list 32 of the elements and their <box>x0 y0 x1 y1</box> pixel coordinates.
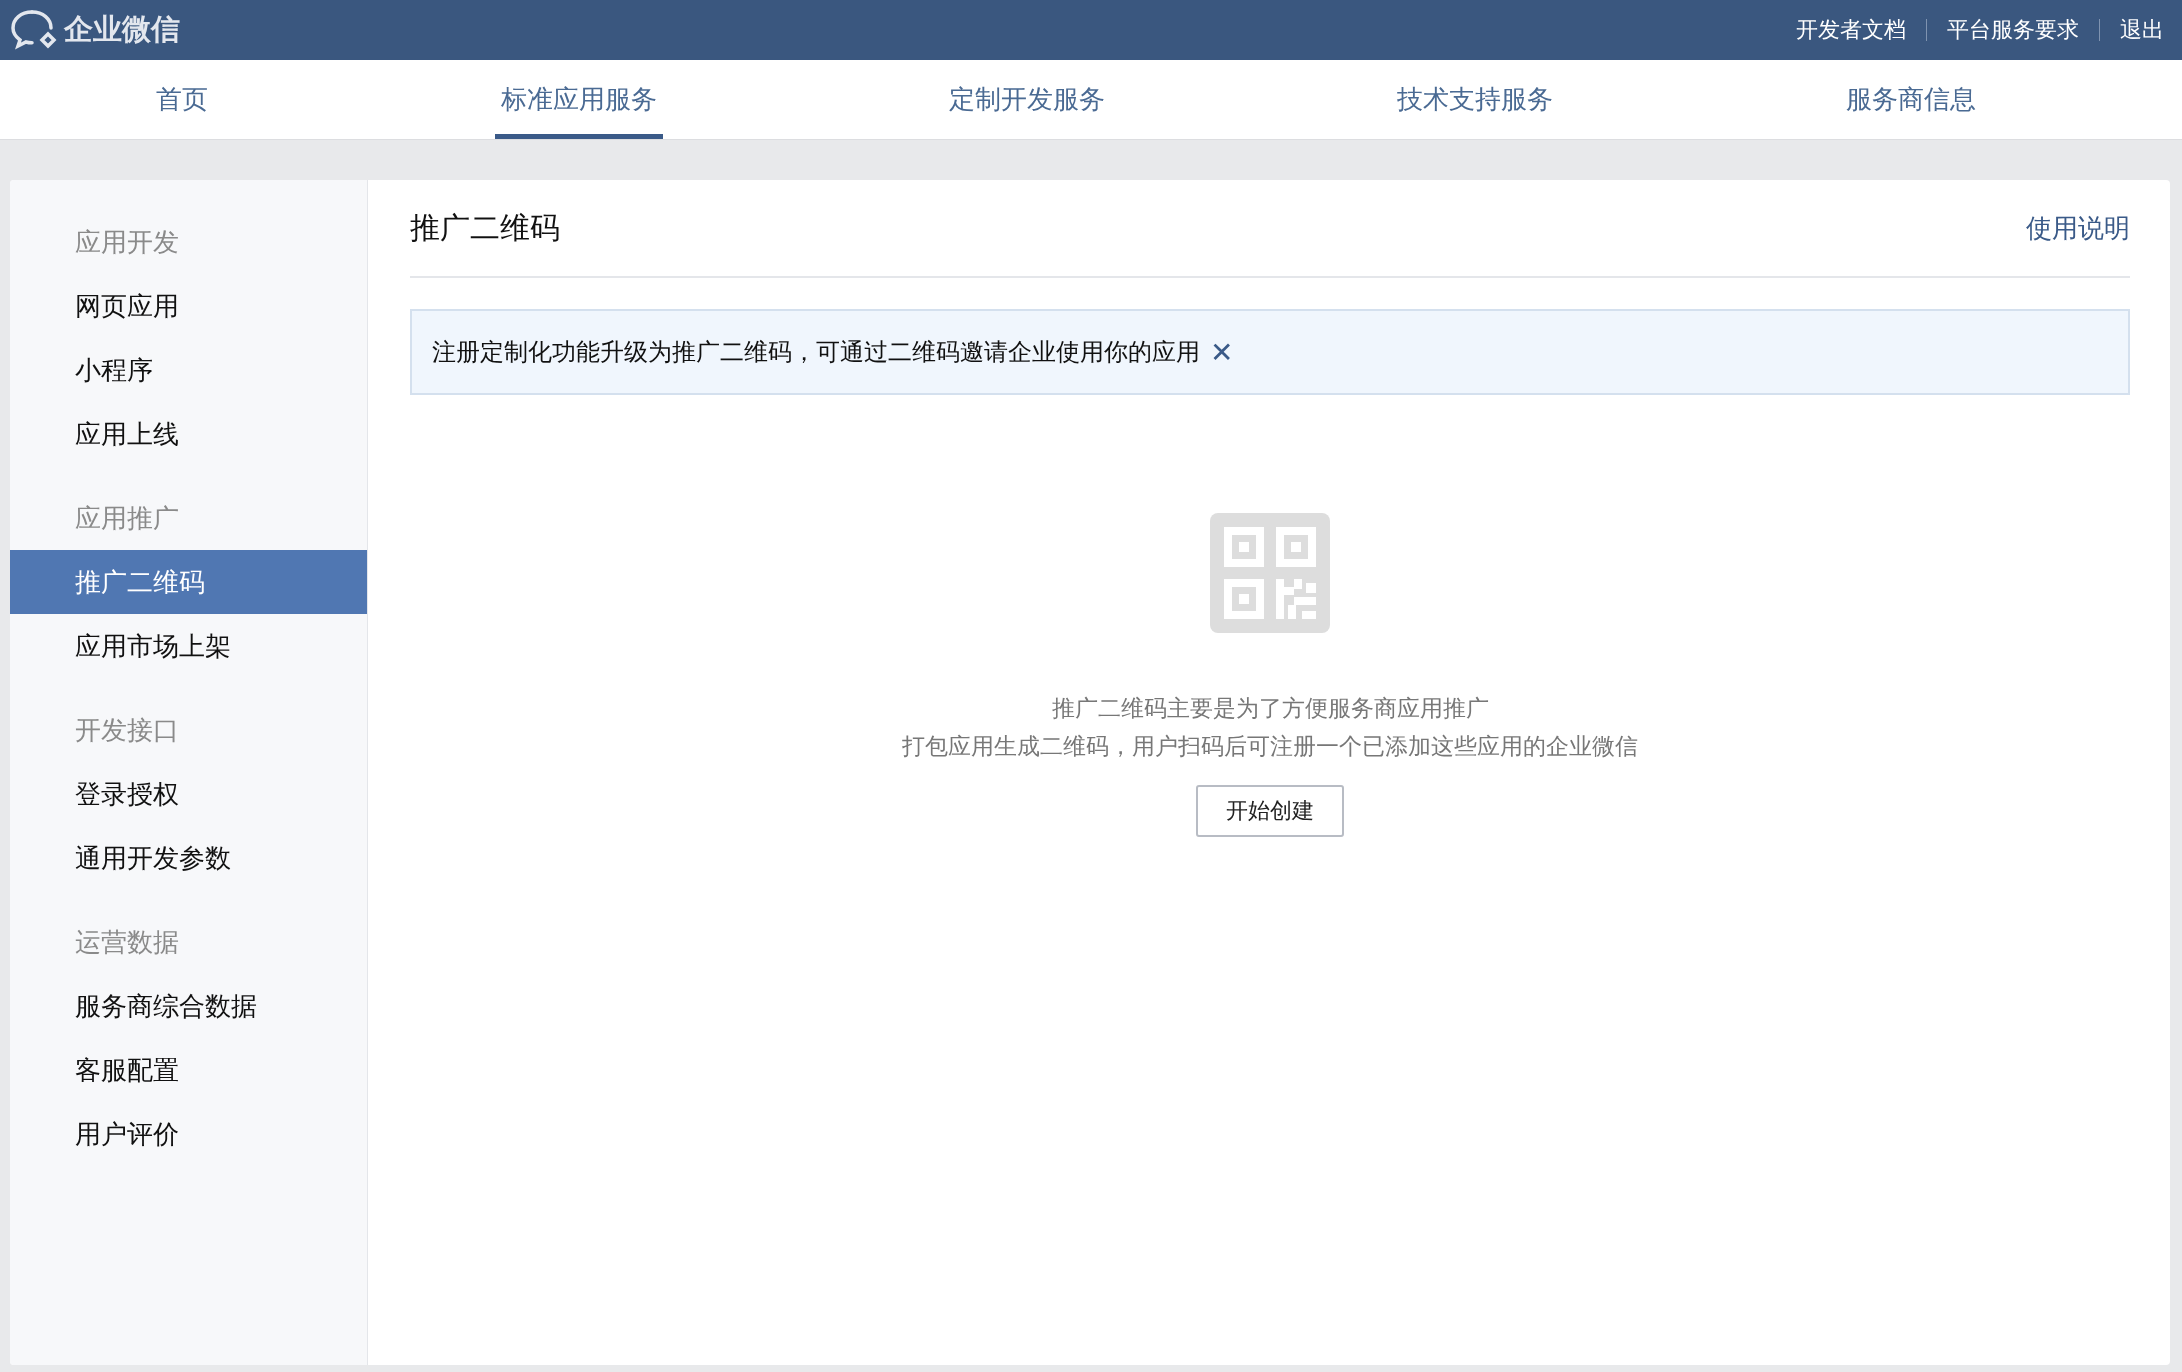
header-link[interactable]: 开发者文档 <box>1796 15 1906 45</box>
sidebar-item[interactable]: 客服配置 <box>10 1038 367 1102</box>
nav-tab[interactable]: 技术支持服务 <box>1391 60 1560 139</box>
sidebar-item[interactable]: 推广二维码 <box>10 550 367 614</box>
help-link[interactable]: 使用说明 <box>2026 210 2130 246</box>
sidebar-item[interactable]: 小程序 <box>10 338 367 402</box>
sidebar-item[interactable]: 网页应用 <box>10 274 367 338</box>
close-button[interactable]: ✕ <box>1206 335 1238 369</box>
qr-code-icon <box>1210 513 1330 633</box>
header-link[interactable]: 退出 <box>2120 15 2164 45</box>
sidebar-section-title: 应用推广 <box>74 502 180 535</box>
sidebar-item[interactable]: 通用开发参数 <box>10 826 367 890</box>
notice-text: 注册定制化功能升级为推广二维码，可通过二维码邀请企业使用你的应用 <box>432 337 1200 368</box>
description-text: 打包应用生成二维码，用户扫码后可注册一个已添加这些应用的企业微信 <box>902 732 1638 761</box>
chat-bubble-icon <box>10 8 58 52</box>
sidebar-item[interactable]: 应用市场上架 <box>10 614 367 678</box>
nav-tab[interactable]: 标准应用服务 <box>494 60 663 139</box>
sidebar-section-title: 运营数据 <box>74 926 180 959</box>
nav-tab[interactable]: 定制开发服务 <box>942 60 1111 139</box>
nav-tab[interactable]: 首页 <box>150 60 215 139</box>
sidebar-item[interactable]: 服务商综合数据 <box>10 974 367 1038</box>
sidebar-item[interactable]: 应用上线 <box>10 402 367 466</box>
page-title: 推广二维码 <box>410 208 560 247</box>
sidebar-section-title: 开发接口 <box>74 714 180 747</box>
app-logo-text: 企业微信 <box>64 11 180 48</box>
header-link[interactable]: 平台服务要求 <box>1947 15 2079 45</box>
sidebar-item[interactable]: 用户评价 <box>10 1102 367 1166</box>
nav-tab[interactable]: 服务商信息 <box>1839 60 1982 139</box>
sidebar-item[interactable]: 登录授权 <box>10 762 367 826</box>
create-button[interactable]: 开始创建 <box>1196 785 1344 837</box>
description-text: 推广二维码主要是为了方便服务商应用推广 <box>1051 694 1489 723</box>
sidebar-section-title: 应用开发 <box>74 226 180 259</box>
